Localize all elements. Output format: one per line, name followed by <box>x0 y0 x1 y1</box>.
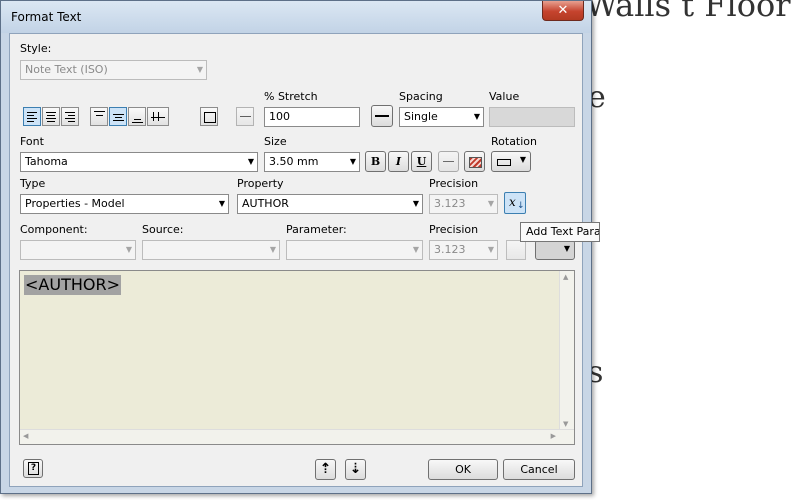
help-icon: ? <box>28 462 39 475</box>
text-editor[interactable]: <AUTHOR> ▲ ▼ ◀ ▶ <box>19 270 575 445</box>
close-button[interactable]: ✕ <box>542 1 584 21</box>
dialog-title: Format Text <box>11 10 82 24</box>
scroll-right-icon[interactable]: ▶ <box>551 432 556 440</box>
rotation-label: Rotation <box>491 135 538 148</box>
font-value: Tahoma <box>25 155 68 168</box>
font-label: Font <box>20 135 44 148</box>
precision-value: 3.123 <box>434 197 466 210</box>
parameter-icon[interactable] <box>506 240 526 260</box>
rotation-select[interactable]: ▼ <box>491 151 531 172</box>
property-select[interactable]: AUTHOR ▼ <box>237 194 423 214</box>
chevron-down-icon: ▼ <box>412 199 419 208</box>
vertical-scrollbar[interactable]: ▲ ▼ <box>559 271 574 444</box>
dialog-body: Style: Note Text (ISO) ▼ % Stretch 100 Sp… <box>9 33 583 487</box>
symbol-select[interactable]: ▼ <box>535 240 575 260</box>
chevron-down-icon: ▼ <box>218 199 225 208</box>
cancel-button[interactable]: Cancel <box>503 459 575 480</box>
scroll-up-icon[interactable]: ▲ <box>563 273 568 281</box>
value-input[interactable] <box>489 107 575 127</box>
chevron-down-icon: ▼ <box>519 155 526 164</box>
stretch-input[interactable]: 100 <box>264 107 360 127</box>
align-top-button[interactable] <box>90 107 108 126</box>
type-label: Type <box>20 177 46 190</box>
precision-select-2[interactable]: 3.123 ▼ <box>429 240 498 260</box>
precision-label: Precision <box>429 177 479 190</box>
selected-text: <AUTHOR> <box>24 275 121 295</box>
scroll-down-icon[interactable]: ▼ <box>563 420 568 428</box>
size-select[interactable]: 3.50 mm ▼ <box>264 152 360 172</box>
component-select[interactable]: ▼ <box>20 240 136 260</box>
arrow-down-icon: ↓ <box>517 201 525 211</box>
chevron-down-icon: ▼ <box>247 157 254 166</box>
source-label: Source: <box>142 223 184 236</box>
align-right-button[interactable] <box>61 107 79 126</box>
bold-button[interactable]: B <box>365 151 386 172</box>
arrow-up-icon: ⇡ <box>319 461 332 477</box>
spacing-label: Spacing <box>399 90 443 103</box>
single-line-button[interactable] <box>200 107 218 126</box>
property-value: AUTHOR <box>242 197 289 210</box>
property-label: Property <box>237 177 284 190</box>
align-bottom-button[interactable] <box>128 107 146 126</box>
spacing-value: Single <box>404 110 438 123</box>
chevron-down-icon: ▼ <box>412 245 419 254</box>
ok-button[interactable]: OK <box>428 459 498 480</box>
precision-label-2: Precision <box>429 223 479 236</box>
font-select[interactable]: Tahoma ▼ <box>20 152 258 172</box>
scroll-left-icon[interactable]: ◀ <box>23 432 28 440</box>
parameter-select[interactable]: ▼ <box>286 240 423 260</box>
close-icon: ✕ <box>557 3 569 18</box>
chevron-down-icon: ▼ <box>487 199 494 208</box>
precision-select[interactable]: 3.123 ▼ <box>429 194 498 214</box>
move-down-button[interactable]: ⇣ <box>345 459 366 480</box>
add-text-parameter-button[interactable]: x ↓ <box>504 192 526 214</box>
chevron-down-icon: ▼ <box>196 65 203 74</box>
format-text-dialog: Format Text ✕ Style: Note Text (ISO) ▼ % … <box>0 0 592 494</box>
color-swatch-icon <box>469 157 482 168</box>
size-value: 3.50 mm <box>269 155 319 168</box>
align-middle-button[interactable] <box>109 107 127 126</box>
source-select[interactable]: ▼ <box>142 240 280 260</box>
background-text: Walls t Floor <box>585 0 791 24</box>
stretch-label: % Stretch <box>264 90 318 103</box>
stack-icon[interactable] <box>438 151 459 172</box>
horizontal-scrollbar[interactable]: ◀ ▶ <box>20 429 574 444</box>
chevron-down-icon: ▼ <box>487 245 494 254</box>
value-label: Value <box>489 90 520 103</box>
style-value: Note Text (ISO) <box>25 63 108 76</box>
style-select[interactable]: Note Text (ISO) ▼ <box>20 60 207 80</box>
rotation-icon <box>497 159 511 166</box>
chevron-down-icon: ▼ <box>473 112 480 121</box>
chevron-down-icon: ▼ <box>269 245 276 254</box>
move-up-button[interactable]: ⇡ <box>315 459 336 480</box>
align-center-button[interactable] <box>42 107 60 126</box>
type-value: Properties - Model <box>25 197 125 210</box>
fit-text-button[interactable] <box>236 107 254 126</box>
title-bar: Format Text ✕ <box>1 1 591 33</box>
chevron-down-icon: ▼ <box>563 244 570 253</box>
text-color-button[interactable] <box>464 151 485 172</box>
style-label: Style: <box>20 42 52 55</box>
spacing-select[interactable]: Single ▼ <box>399 107 484 127</box>
align-left-button[interactable] <box>23 107 41 126</box>
chevron-down-icon: ▼ <box>349 157 356 166</box>
italic-button[interactable]: I <box>388 151 409 172</box>
arrow-down-icon: ⇣ <box>349 461 362 477</box>
help-button[interactable]: ? <box>23 459 43 478</box>
type-select[interactable]: Properties - Model ▼ <box>20 194 229 214</box>
insert-parameter-icon: x <box>509 195 516 209</box>
underline-button[interactable]: U <box>411 151 432 172</box>
component-label: Component: <box>20 223 88 236</box>
chevron-down-icon: ▼ <box>125 245 132 254</box>
line-spacing-button[interactable] <box>371 105 393 127</box>
tooltip: Add Text Parameter <box>520 222 600 242</box>
baseline-button[interactable] <box>147 107 169 126</box>
size-label: Size <box>264 135 287 148</box>
precision-value-2: 3.123 <box>434 243 466 256</box>
parameter-label: Parameter: <box>286 223 347 236</box>
